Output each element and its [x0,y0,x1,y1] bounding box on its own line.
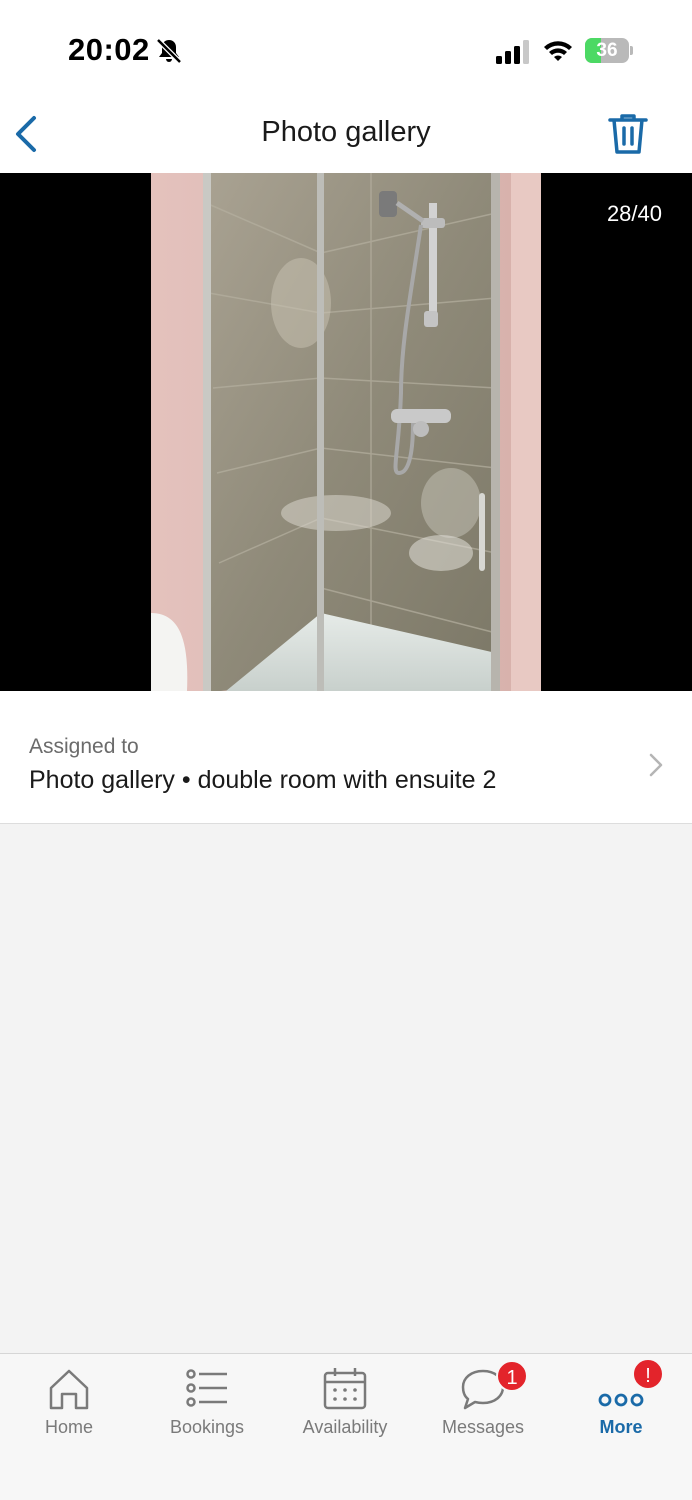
tab-home-label: Home [44,1417,93,1437]
home-icon [49,1369,89,1410]
calendar-icon [323,1368,367,1410]
assigned-to-label: Assigned to [29,735,139,758]
tab-bar: Home Bookings Availability 1 Messages ! … [0,1353,692,1500]
page-title: Photo gallery [261,116,431,148]
assigned-to-value: Photo gallery • double room with ensuite… [29,766,497,794]
tab-more-label: More [599,1417,643,1437]
chevron-right-icon [649,753,663,777]
cellular-signal-icon [496,40,529,64]
messages-badge: 1 [496,1360,528,1392]
tab-bookings[interactable]: Bookings [138,1354,276,1454]
bell-off-icon [156,38,182,64]
status-bar: 20:02 36 [0,0,692,100]
tab-bookings-label: Bookings [169,1417,245,1437]
battery-level: 36 [596,40,618,61]
more-badge: ! [632,1358,664,1390]
photo-viewer[interactable]: 28/40 [0,173,692,691]
tab-availability[interactable]: Availability [276,1354,414,1454]
tab-more[interactable]: ! More [552,1354,690,1454]
trash-icon[interactable] [604,110,652,158]
tab-availability-label: Availability [302,1417,388,1437]
wifi-icon [544,41,572,61]
photo-counter: 28/40 [606,201,662,226]
tab-messages-label: Messages [441,1417,525,1437]
shower-photo [151,173,541,691]
status-time: 20:02 [68,32,150,67]
tab-messages[interactable]: 1 Messages [414,1354,552,1454]
navigation-bar: Photo gallery [0,100,692,173]
battery-icon: 36 [585,38,633,63]
assigned-to-row[interactable]: Assigned to Photo gallery • double room … [0,691,692,824]
list-icon [186,1369,227,1407]
tab-home[interactable]: Home [0,1354,138,1454]
